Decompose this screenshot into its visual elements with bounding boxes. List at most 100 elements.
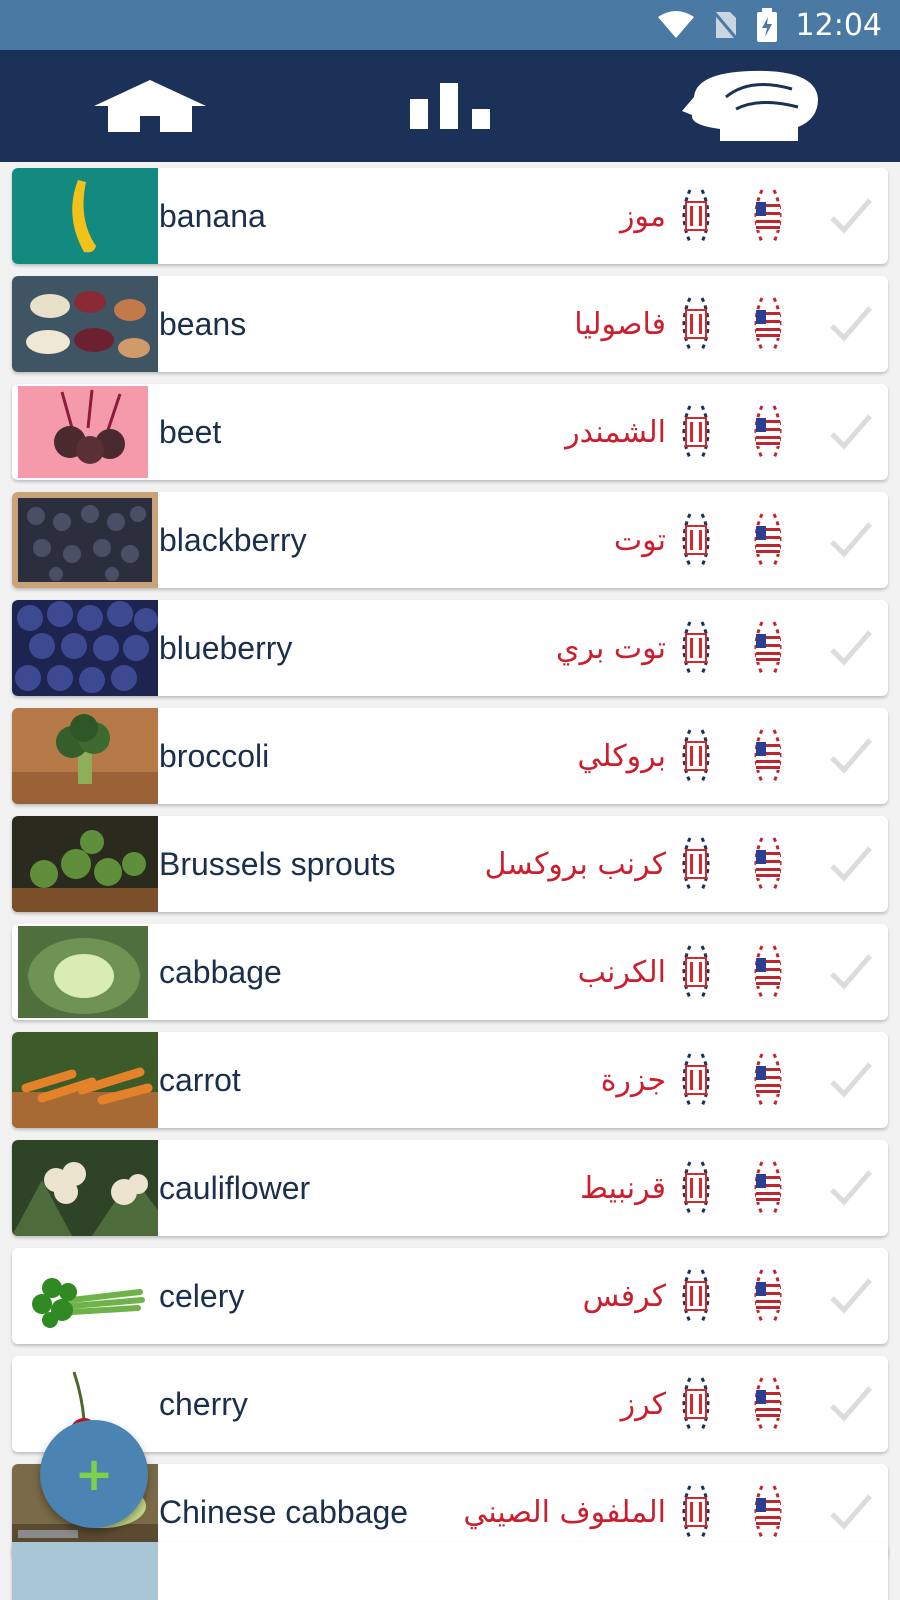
list-item[interactable]: banana موز bbox=[12, 168, 888, 264]
english-speaker-icon[interactable] bbox=[748, 832, 788, 896]
list-item[interactable]: Brussels sprouts كرنب بروكسل bbox=[12, 816, 888, 912]
word-thumbnail bbox=[12, 1542, 158, 1600]
word-thumbnail bbox=[12, 492, 158, 588]
nav-stats-button[interactable] bbox=[300, 50, 600, 162]
arabic-speaker-icon[interactable] bbox=[676, 1480, 716, 1544]
battery-charging-icon bbox=[756, 8, 777, 42]
list-item[interactable]: carrot جزرة bbox=[12, 1032, 888, 1128]
cauliflower-image bbox=[12, 1140, 158, 1236]
broccoli-image bbox=[12, 708, 158, 804]
word-thumbnail bbox=[12, 384, 158, 480]
arabic-speaker-icon[interactable] bbox=[676, 616, 716, 680]
word-thumbnail bbox=[12, 924, 158, 1020]
add-button[interactable]: + bbox=[40, 1420, 148, 1528]
list-item[interactable]: cauliflower قرنبيط bbox=[12, 1140, 888, 1236]
plus-icon: + bbox=[74, 1447, 114, 1501]
list-item[interactable]: cabbage الكرنب bbox=[12, 924, 888, 1020]
arabic-speaker-icon[interactable] bbox=[676, 832, 716, 896]
english-speaker-icon[interactable] bbox=[748, 184, 788, 248]
celery-image bbox=[12, 1248, 158, 1344]
check-icon[interactable] bbox=[828, 626, 874, 670]
list-item[interactable]: beet الشمندر bbox=[12, 384, 888, 480]
word-label: Brussels sprouts bbox=[159, 845, 396, 882]
arabic-speaker-icon[interactable] bbox=[676, 1372, 716, 1436]
check-icon[interactable] bbox=[828, 1490, 874, 1534]
translation-label: فاصوليا bbox=[574, 306, 666, 342]
translation-label: كرفس bbox=[582, 1278, 666, 1314]
list-item[interactable]: broccoli بروكلي bbox=[12, 708, 888, 804]
check-icon[interactable] bbox=[828, 1382, 874, 1426]
translation-label: الشمندر bbox=[565, 414, 666, 450]
word-thumbnail bbox=[12, 1140, 158, 1236]
status-bar: 12:04 bbox=[0, 0, 900, 50]
app-bar bbox=[0, 50, 900, 162]
arabic-speaker-icon[interactable] bbox=[676, 184, 716, 248]
arabic-speaker-icon[interactable] bbox=[676, 940, 716, 1004]
english-speaker-icon[interactable] bbox=[748, 616, 788, 680]
word-list: banana موز beans فاصوليا beet الشمندر bl… bbox=[12, 168, 888, 1572]
word-thumbnail bbox=[12, 816, 158, 912]
check-icon[interactable] bbox=[828, 1166, 874, 1210]
translation-label: الكرنب bbox=[577, 954, 666, 990]
arabic-speaker-icon[interactable] bbox=[676, 1264, 716, 1328]
word-label: banana bbox=[159, 197, 266, 234]
word-thumbnail bbox=[12, 276, 158, 372]
list-item[interactable]: blackberry توت bbox=[12, 492, 888, 588]
blackberry-image bbox=[12, 492, 158, 588]
nav-home-button[interactable] bbox=[0, 50, 300, 162]
english-speaker-icon[interactable] bbox=[748, 940, 788, 1004]
english-speaker-icon[interactable] bbox=[748, 1048, 788, 1112]
check-icon[interactable] bbox=[828, 734, 874, 778]
translation-label: كرز bbox=[620, 1386, 666, 1422]
english-speaker-icon[interactable] bbox=[748, 1480, 788, 1544]
list-item[interactable]: beans فاصوليا bbox=[12, 276, 888, 372]
word-thumbnail bbox=[12, 1248, 158, 1344]
english-speaker-icon[interactable] bbox=[748, 508, 788, 572]
english-speaker-icon[interactable] bbox=[748, 1264, 788, 1328]
list-item-partial[interactable] bbox=[12, 1542, 888, 1600]
english-speaker-icon[interactable] bbox=[748, 1372, 788, 1436]
check-icon[interactable] bbox=[828, 1274, 874, 1318]
word-label: cherry bbox=[159, 1385, 248, 1422]
list-item[interactable]: blueberry توت بري bbox=[12, 600, 888, 696]
check-icon[interactable] bbox=[828, 842, 874, 886]
arabic-speaker-icon[interactable] bbox=[676, 1156, 716, 1220]
check-icon[interactable] bbox=[828, 950, 874, 994]
arabic-speaker-icon[interactable] bbox=[676, 292, 716, 356]
word-thumbnail bbox=[12, 168, 158, 264]
status-time: 12:04 bbox=[795, 7, 882, 43]
no-sim-icon bbox=[712, 11, 737, 39]
check-icon[interactable] bbox=[828, 518, 874, 562]
translation-label: قرنبيط bbox=[580, 1170, 666, 1206]
arabic-speaker-icon[interactable] bbox=[676, 508, 716, 572]
arabic-speaker-icon[interactable] bbox=[676, 400, 716, 464]
english-speaker-icon[interactable] bbox=[748, 1156, 788, 1220]
wifi-icon bbox=[657, 11, 694, 38]
cabbage-image bbox=[18, 926, 148, 1018]
home-icon bbox=[94, 80, 206, 132]
english-speaker-icon[interactable] bbox=[748, 292, 788, 356]
brain-head-icon bbox=[682, 70, 818, 141]
arabic-speaker-icon[interactable] bbox=[676, 1048, 716, 1112]
word-label: cauliflower bbox=[159, 1169, 311, 1206]
word-label: blueberry bbox=[159, 629, 293, 666]
translation-label: موز bbox=[619, 198, 666, 234]
carrot-image bbox=[12, 1032, 158, 1128]
check-icon[interactable] bbox=[828, 302, 874, 346]
english-speaker-icon[interactable] bbox=[748, 400, 788, 464]
word-label: blackberry bbox=[159, 521, 307, 558]
english-speaker-icon[interactable] bbox=[748, 724, 788, 788]
arabic-speaker-icon[interactable] bbox=[676, 724, 716, 788]
nav-brain-button[interactable] bbox=[600, 50, 900, 162]
word-label: broccoli bbox=[159, 737, 270, 774]
word-label: carrot bbox=[159, 1061, 241, 1098]
check-icon[interactable] bbox=[828, 410, 874, 454]
list-item[interactable]: celery كرفس bbox=[12, 1248, 888, 1344]
check-icon[interactable] bbox=[828, 194, 874, 238]
check-icon[interactable] bbox=[828, 1058, 874, 1102]
word-label: beans bbox=[159, 305, 247, 342]
list-item[interactable]: cherry كرز bbox=[12, 1356, 888, 1452]
word-label: beet bbox=[159, 413, 222, 450]
word-thumbnail bbox=[12, 1032, 158, 1128]
word-thumbnail bbox=[12, 600, 158, 696]
